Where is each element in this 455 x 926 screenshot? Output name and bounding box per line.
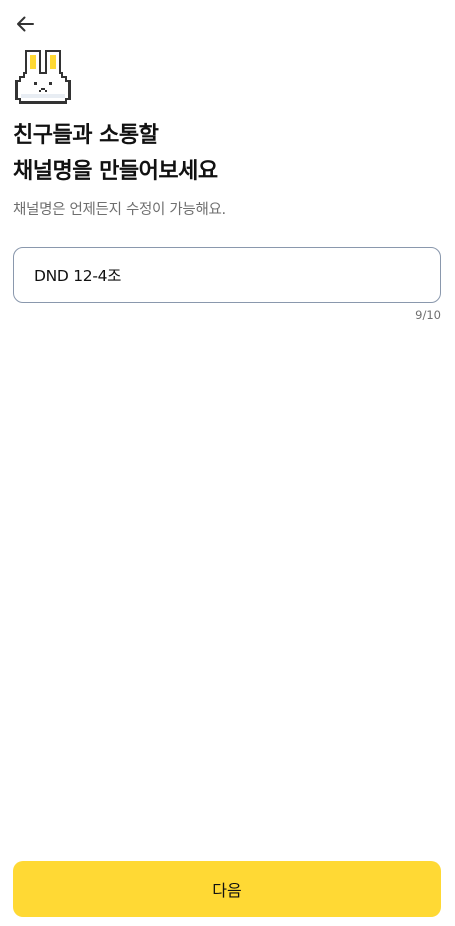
page-subtitle: 채널명은 언제든지 수정이 가능해요. [13, 202, 226, 218]
page-title: 친구들과 소통할 채널명을 만들어보세요 [13, 118, 433, 190]
page-title-line-2: 채널명을 만들어보세요 [13, 159, 218, 184]
page-title-line-1: 친구들과 소통할 [13, 123, 159, 148]
channel-name-field[interactable] [13, 247, 441, 303]
character-counter: 9/10 [415, 308, 441, 322]
bunny-icon [15, 50, 71, 104]
arrow-left-icon [17, 16, 34, 32]
next-button[interactable]: 다음 [13, 861, 441, 917]
back-button[interactable] [12, 11, 38, 37]
channel-name-input[interactable] [34, 266, 420, 284]
